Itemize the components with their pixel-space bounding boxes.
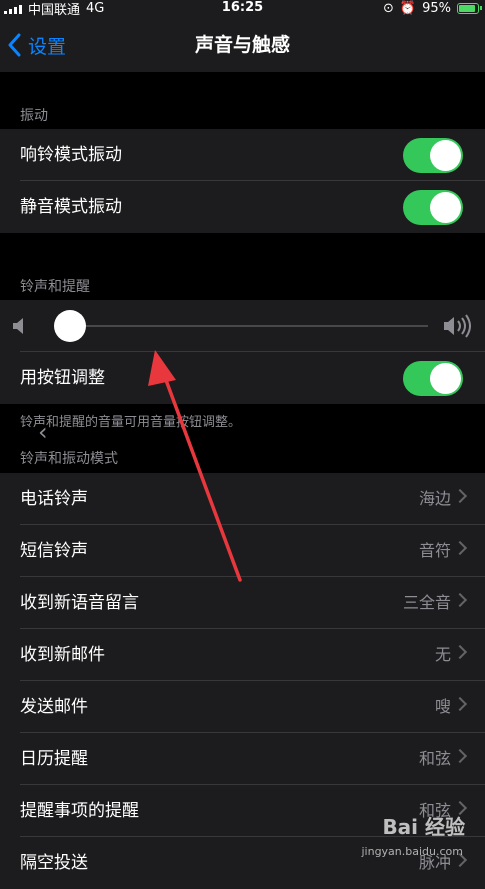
battery-percent: 95% — [422, 0, 451, 16]
row-sent-mail[interactable]: 发送邮件 嗖 — [0, 681, 485, 733]
status-right: ⊙ ⏰ 95% — [383, 0, 482, 16]
row-value: 海边 — [418, 489, 451, 508]
orientation-lock-icon: ⊙ — [383, 0, 394, 16]
row-label: 响铃模式振动 — [20, 145, 122, 165]
row-value: 音符 — [418, 541, 451, 560]
chevron-right-icon — [452, 748, 468, 764]
row-vibrate-on-ring: 响铃模式振动 — [0, 129, 485, 181]
page-title: 声音与触感 — [194, 34, 290, 56]
volume-low-icon — [13, 318, 23, 334]
row-new-voicemail[interactable]: 收到新语音留言 三全音 — [0, 577, 485, 629]
volume-slider-track[interactable] — [70, 325, 428, 327]
vibrate-on-ring-toggle[interactable] — [403, 138, 463, 173]
volume-high-icon — [444, 314, 471, 338]
row-ringtone[interactable]: 电话铃声 海边 — [0, 473, 485, 525]
row-text-tone[interactable]: 短信铃声 音符 — [0, 525, 485, 577]
row-value: 嗖 — [434, 697, 451, 716]
row-label: 日历提醒 — [20, 749, 88, 769]
row-label: 提醒事项的提醒 — [20, 801, 139, 821]
row-value: 和弦 — [418, 749, 451, 768]
status-bar: 中国联通 4G 16:25 ⊙ ⏰ 95% — [0, 0, 485, 18]
section-header-ringer: 铃声和提醒 — [20, 279, 90, 295]
section-header-vibration: 振动 — [20, 108, 48, 124]
watermark-logo: Bai 经验 — [382, 815, 465, 839]
vibrate-on-silent-toggle[interactable] — [403, 190, 463, 225]
row-value: 无 — [434, 645, 451, 664]
row-value: 三全音 — [402, 593, 451, 612]
row-calendar-alerts[interactable]: 日历提醒 和弦 — [0, 733, 485, 785]
volume-slider-thumb[interactable] — [54, 310, 86, 342]
row-label: 隔空投送 — [20, 853, 88, 873]
ringer-footer-note: 铃声和提醒的音量可用音量按钮调整。 — [20, 415, 242, 430]
row-vibrate-on-silent: 静音模式振动 — [0, 181, 485, 233]
vibration-group: 响铃模式振动 静音模式振动 — [0, 129, 485, 233]
alarm-icon: ⏰ — [399, 0, 417, 16]
chevron-right-icon — [452, 644, 468, 660]
ringer-volume-row — [0, 300, 485, 352]
chevron-right-icon — [452, 696, 468, 712]
section-header-patterns: 铃声和振动模式 — [20, 451, 118, 467]
row-change-with-buttons: 用按钮调整 — [0, 352, 485, 404]
change-with-buttons-toggle[interactable] — [403, 361, 463, 396]
chevron-right-icon — [452, 488, 468, 504]
nav-bar: 设置 声音与触感 — [0, 18, 485, 72]
chevron-right-icon — [452, 592, 468, 608]
battery-icon — [457, 2, 482, 14]
row-label: 静音模式振动 — [20, 197, 122, 217]
row-label: 发送邮件 — [20, 697, 88, 717]
row-label: 收到新邮件 — [20, 645, 105, 665]
row-label: 电话铃声 — [20, 489, 88, 509]
row-new-mail[interactable]: 收到新邮件 无 — [0, 629, 485, 681]
ghost-chevron-left-icon: ‹ — [38, 418, 48, 446]
chevron-right-icon — [452, 540, 468, 556]
row-label: 用按钮调整 — [20, 368, 105, 388]
row-label: 收到新语音留言 — [20, 593, 139, 613]
row-label: 短信铃声 — [20, 541, 88, 561]
watermark-url: jingyan.baidu.com — [361, 845, 463, 858]
ringer-group: 用按钮调整 — [0, 300, 485, 404]
